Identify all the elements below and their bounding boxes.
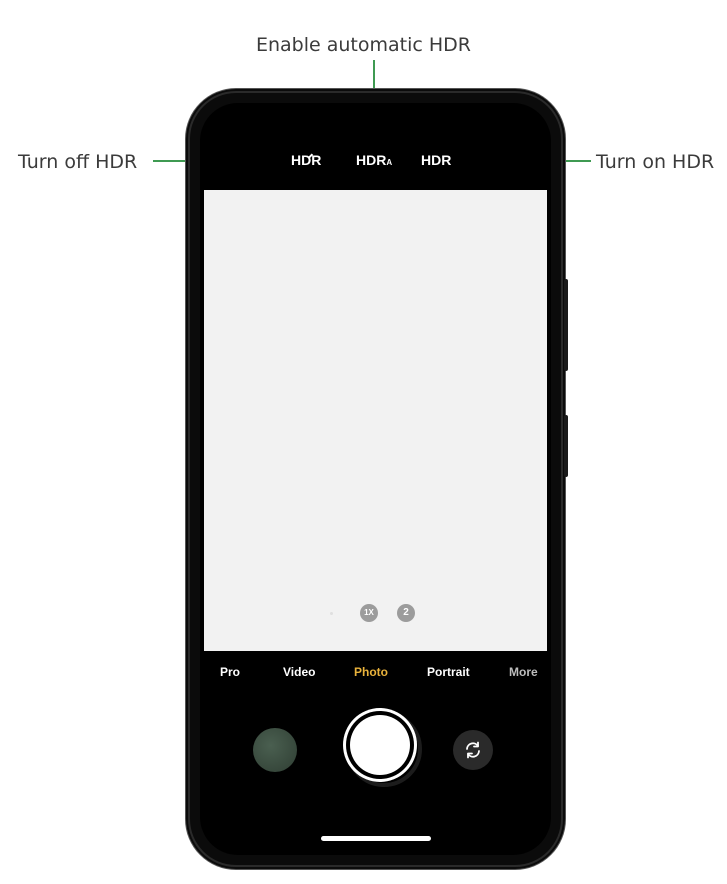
zoom-indicator-dot bbox=[330, 612, 333, 615]
mode-carousel: Pro Video Photo Portrait More bbox=[200, 663, 551, 683]
power-button bbox=[564, 415, 568, 477]
mode-video[interactable]: Video bbox=[283, 663, 315, 681]
phone-frame: HDR HDRA HDR 1X 2 Pro Video Photo Portra… bbox=[190, 93, 568, 865]
callout-turn-on-hdr: Turn on HDR bbox=[596, 151, 715, 173]
gallery-thumbnail[interactable] bbox=[253, 728, 297, 772]
hdr-on-option[interactable]: HDR bbox=[421, 151, 451, 169]
switch-camera-icon bbox=[466, 741, 480, 759]
hdr-off-option[interactable]: HDR bbox=[291, 151, 321, 169]
hdr-off-label: HDR bbox=[291, 152, 322, 168]
figure: Enable automatic HDR Turn off HDR Turn o… bbox=[0, 0, 727, 884]
hdr-on-label: HDR bbox=[421, 152, 452, 168]
mode-more[interactable]: More bbox=[509, 663, 538, 681]
mode-photo[interactable]: Photo bbox=[354, 663, 388, 681]
camera-screen: HDR HDRA HDR 1X 2 Pro Video Photo Portra… bbox=[200, 103, 551, 855]
shutter-button[interactable] bbox=[350, 715, 410, 775]
mode-portrait[interactable]: Portrait bbox=[427, 663, 470, 681]
hdr-auto-label: HDR bbox=[356, 152, 387, 168]
zoom-1x-button[interactable]: 1X bbox=[360, 604, 378, 622]
hdr-auto-option[interactable]: HDRA bbox=[356, 151, 392, 172]
switch-camera-button[interactable] bbox=[453, 730, 493, 770]
mode-pro[interactable]: Pro bbox=[220, 663, 240, 681]
hdr-toolbar: HDR HDRA HDR bbox=[200, 147, 551, 173]
volume-button bbox=[564, 279, 568, 371]
zoom-2x-button[interactable]: 2 bbox=[397, 604, 415, 622]
callout-enable-auto-hdr: Enable automatic HDR bbox=[255, 34, 471, 56]
home-indicator[interactable] bbox=[321, 836, 431, 841]
callout-turn-off-hdr: Turn off HDR bbox=[18, 151, 138, 173]
viewfinder[interactable]: 1X 2 bbox=[204, 190, 547, 651]
hdr-auto-subscript: A bbox=[386, 158, 393, 167]
